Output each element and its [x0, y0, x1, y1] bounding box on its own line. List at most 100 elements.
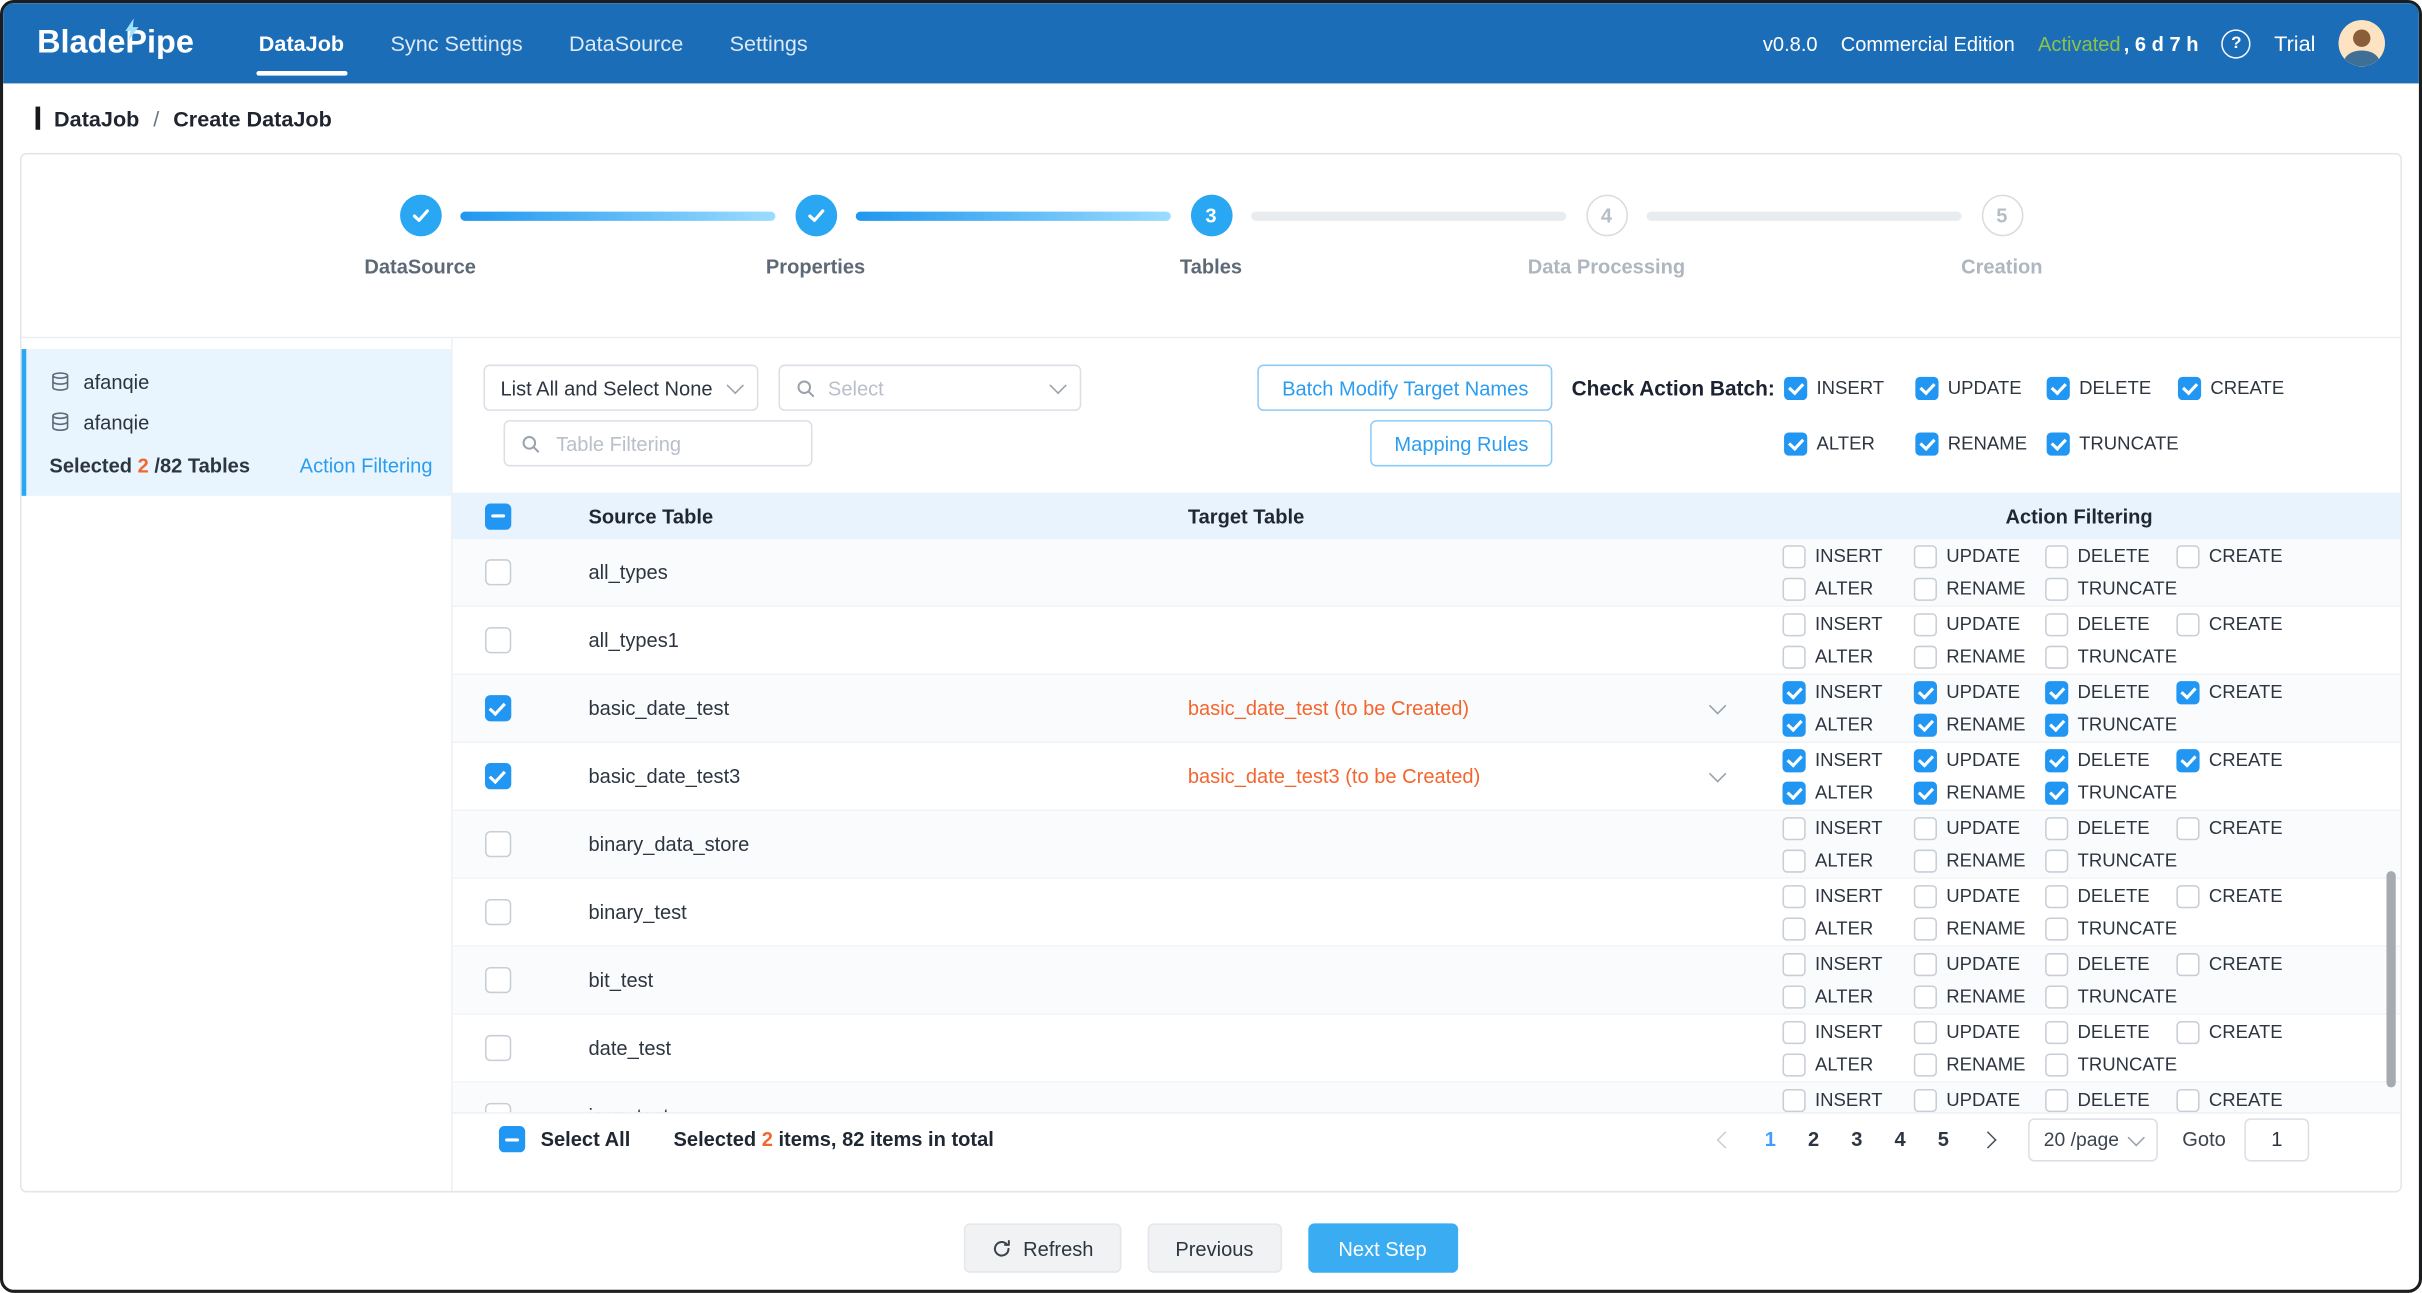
- action-checkbox-update[interactable]: UPDATE: [1914, 680, 2045, 703]
- checkbox[interactable]: [1914, 1020, 1937, 1043]
- checkbox[interactable]: [2045, 645, 2068, 668]
- nav-item-datajob[interactable]: DataJob: [259, 3, 344, 83]
- action-filtering-link[interactable]: Action Filtering: [300, 454, 433, 477]
- page-button-2[interactable]: 2: [1794, 1119, 1834, 1159]
- prev-page-button[interactable]: [1707, 1119, 1744, 1159]
- checkbox[interactable]: [1914, 577, 1937, 600]
- checkbox[interactable]: [1783, 816, 1806, 839]
- page-button-5[interactable]: 5: [1923, 1119, 1963, 1159]
- action-checkbox-insert[interactable]: INSERT: [1783, 748, 1914, 771]
- action-checkbox-update[interactable]: UPDATE: [1914, 952, 2045, 975]
- nav-item-datasource[interactable]: DataSource: [569, 3, 683, 83]
- checkbox[interactable]: [2176, 1020, 2199, 1043]
- checkbox[interactable]: [1783, 577, 1806, 600]
- checkbox[interactable]: [1914, 917, 1937, 940]
- action-checkbox-create[interactable]: CREATE: [2178, 376, 2309, 399]
- checkbox[interactable]: [1914, 645, 1937, 668]
- action-checkbox-update[interactable]: UPDATE: [1915, 376, 2046, 399]
- step-circle[interactable]: 5: [1981, 195, 2023, 237]
- action-checkbox-truncate[interactable]: TRUNCATE: [2045, 849, 2176, 872]
- action-checkbox-alter[interactable]: ALTER: [1783, 1053, 1914, 1076]
- checkbox[interactable]: [1914, 884, 1937, 907]
- action-checkbox-alter[interactable]: ALTER: [1783, 713, 1914, 736]
- checkbox[interactable]: [1783, 1020, 1806, 1043]
- checkbox[interactable]: [2176, 816, 2199, 839]
- checkbox[interactable]: [1783, 544, 1806, 567]
- action-checkbox-delete[interactable]: DELETE: [2045, 680, 2176, 703]
- action-checkbox-delete[interactable]: DELETE: [2047, 376, 2178, 399]
- row-select-checkbox[interactable]: [485, 1035, 511, 1061]
- action-checkbox-insert[interactable]: INSERT: [1783, 952, 1914, 975]
- checkbox[interactable]: [1915, 376, 1938, 399]
- checkbox[interactable]: [2045, 680, 2068, 703]
- next-page-button[interactable]: [1970, 1119, 2007, 1159]
- checkbox[interactable]: [1915, 432, 1938, 455]
- action-checkbox-update[interactable]: UPDATE: [1914, 1088, 2045, 1111]
- checkbox[interactable]: [2045, 748, 2068, 771]
- checkbox[interactable]: [2045, 577, 2068, 600]
- checkbox[interactable]: [2047, 432, 2070, 455]
- action-checkbox-truncate[interactable]: TRUNCATE: [2045, 645, 2176, 668]
- action-checkbox-create[interactable]: CREATE: [2176, 748, 2307, 771]
- column-search-select[interactable]: Select: [778, 365, 1081, 411]
- checkbox[interactable]: [2176, 884, 2199, 907]
- user-avatar[interactable]: [2339, 20, 2385, 66]
- checkbox[interactable]: [1784, 376, 1807, 399]
- checkbox[interactable]: [1783, 645, 1806, 668]
- checkbox[interactable]: [1914, 748, 1937, 771]
- checkbox[interactable]: [1914, 849, 1937, 872]
- checkbox[interactable]: [1783, 612, 1806, 635]
- checkbox[interactable]: [1784, 432, 1807, 455]
- checkbox[interactable]: [1783, 1088, 1806, 1111]
- action-checkbox-insert[interactable]: INSERT: [1783, 816, 1914, 839]
- action-checkbox-delete[interactable]: DELETE: [2045, 748, 2176, 771]
- select-all-checkbox[interactable]: [499, 1126, 525, 1152]
- row-select-checkbox[interactable]: [485, 763, 511, 789]
- checkbox[interactable]: [2176, 748, 2199, 771]
- action-checkbox-delete[interactable]: DELETE: [2045, 612, 2176, 635]
- checkbox[interactable]: [2045, 781, 2068, 804]
- checkbox[interactable]: [2176, 680, 2199, 703]
- action-checkbox-create[interactable]: CREATE: [2176, 816, 2307, 839]
- action-checkbox-rename[interactable]: RENAME: [1914, 1053, 2045, 1076]
- select-all-header-checkbox[interactable]: [485, 503, 511, 529]
- action-checkbox-delete[interactable]: DELETE: [2045, 1088, 2176, 1111]
- checkbox[interactable]: [1783, 748, 1806, 771]
- checkbox[interactable]: [1914, 612, 1937, 635]
- checkbox[interactable]: [1783, 917, 1806, 940]
- action-checkbox-delete[interactable]: DELETE: [2045, 1020, 2176, 1043]
- checkbox[interactable]: [1914, 1053, 1937, 1076]
- action-checkbox-rename[interactable]: RENAME: [1914, 849, 2045, 872]
- checkbox[interactable]: [2178, 376, 2201, 399]
- step-circle[interactable]: [399, 195, 441, 237]
- step-circle[interactable]: 4: [1586, 195, 1628, 237]
- action-checkbox-create[interactable]: CREATE: [2176, 1020, 2307, 1043]
- action-checkbox-truncate[interactable]: TRUNCATE: [2045, 577, 2176, 600]
- checkbox[interactable]: [1914, 985, 1937, 1008]
- action-checkbox-rename[interactable]: RENAME: [1914, 713, 2045, 736]
- checkbox[interactable]: [2176, 1088, 2199, 1111]
- table-filter-input[interactable]: [553, 430, 796, 456]
- action-checkbox-truncate[interactable]: TRUNCATE: [2047, 432, 2178, 455]
- datasource-pair[interactable]: afanqie afanqie Selected 2 /82 Tables: [22, 349, 451, 496]
- checkbox[interactable]: [1783, 985, 1806, 1008]
- action-checkbox-create[interactable]: CREATE: [2176, 544, 2307, 567]
- step-circle[interactable]: 3: [1190, 195, 1232, 237]
- checkbox[interactable]: [2045, 816, 2068, 839]
- action-checkbox-rename[interactable]: RENAME: [1915, 432, 2046, 455]
- checkbox[interactable]: [1914, 952, 1937, 975]
- batch-modify-target-names-button[interactable]: Batch Modify Target Names: [1257, 365, 1553, 411]
- refresh-button[interactable]: Refresh: [964, 1223, 1121, 1272]
- action-checkbox-truncate[interactable]: TRUNCATE: [2045, 985, 2176, 1008]
- checkbox[interactable]: [2045, 544, 2068, 567]
- previous-button[interactable]: Previous: [1148, 1223, 1282, 1272]
- checkbox[interactable]: [1783, 952, 1806, 975]
- action-checkbox-update[interactable]: UPDATE: [1914, 544, 2045, 567]
- checkbox[interactable]: [1914, 1088, 1937, 1111]
- action-checkbox-rename[interactable]: RENAME: [1914, 917, 2045, 940]
- checkbox[interactable]: [2045, 884, 2068, 907]
- action-checkbox-insert[interactable]: INSERT: [1783, 680, 1914, 703]
- action-checkbox-update[interactable]: UPDATE: [1914, 612, 2045, 635]
- checkbox[interactable]: [1914, 816, 1937, 839]
- action-checkbox-rename[interactable]: RENAME: [1914, 577, 2045, 600]
